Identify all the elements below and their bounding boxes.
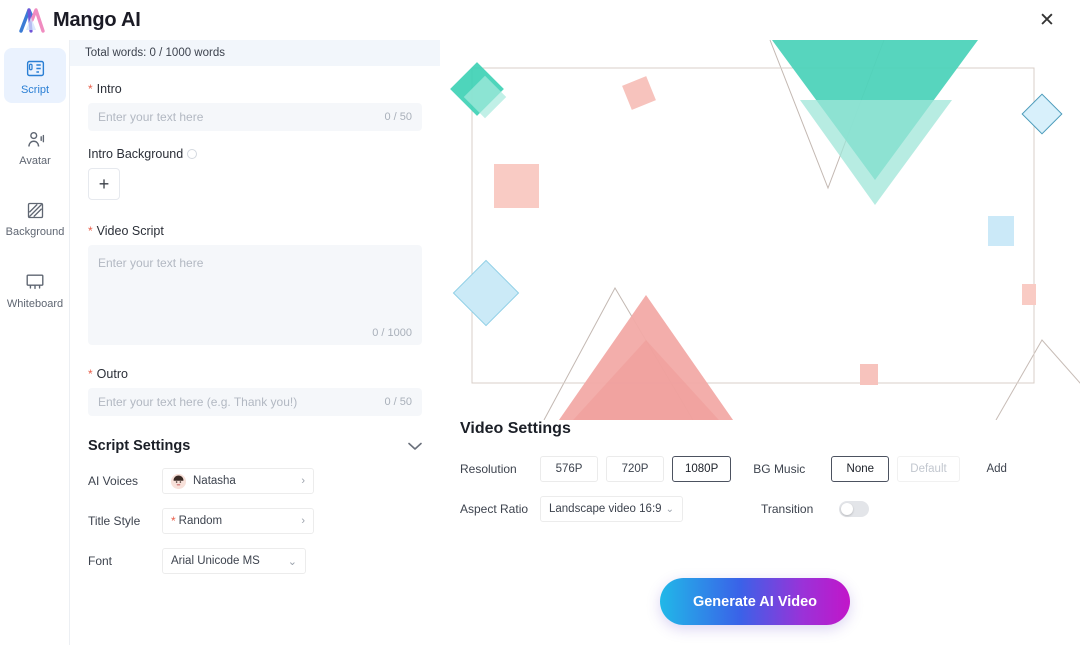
chevron-right-icon: › [301, 475, 305, 487]
bg-music-option-default[interactable]: Default [897, 456, 960, 482]
toggle-knob [841, 503, 853, 515]
title-style-label: Title Style [88, 514, 141, 528]
outro-placeholder: Enter your text here (e.g. Thank you!) [98, 395, 298, 409]
video-script-label-text: Video Script [96, 224, 164, 238]
script-settings-title: Script Settings [88, 438, 191, 454]
title-style-value: Random [178, 515, 223, 527]
intro-label-text: Intro [96, 82, 122, 96]
sidebar-item-script[interactable]: Script [4, 48, 66, 104]
bg-music-option-add[interactable]: Add [967, 456, 1026, 482]
video-script-label: * Video Script [88, 224, 422, 238]
required-marker: * [88, 82, 93, 96]
script-panel: Total words: 0 / 1000 words * Intro Ente… [70, 40, 440, 645]
aspect-and-transition-row: Aspect Ratio Landscape video 16:9 ⌄ Tran… [460, 494, 1060, 524]
brand-logo: Mango AI [18, 7, 141, 33]
pink-square [494, 164, 539, 208]
top-bar: Mango AI ✕ [0, 0, 1080, 40]
intro-background-upload-button[interactable]: + [88, 168, 120, 200]
pink-rotated-square [622, 76, 656, 110]
generate-ai-video-button[interactable]: Generate AI Video [660, 578, 850, 625]
video-settings-section: Video Settings Resolution 576P 720P 1080… [460, 420, 1060, 534]
chevron-down-icon[interactable] [408, 439, 422, 454]
video-script-counter: 0 / 1000 [372, 327, 412, 339]
blue-diamond-small [1021, 93, 1063, 135]
sidebar-item-whiteboard[interactable]: Whiteboard [4, 262, 66, 317]
script-icon [4, 56, 66, 80]
resolution-option-576p[interactable]: 576P [540, 456, 598, 482]
required-marker: * [88, 367, 93, 381]
video-script-placeholder: Enter your text here [98, 256, 204, 270]
brand-name: Mango AI [53, 8, 141, 31]
video-script-textarea[interactable]: Enter your text here 0 / 1000 [88, 245, 422, 345]
resolution-and-music-row: Resolution 576P 720P 1080P BG Music None… [460, 454, 1060, 484]
title-style-picker[interactable]: * Random › [162, 508, 314, 534]
whiteboard-icon [4, 270, 66, 294]
intro-label: * Intro [88, 82, 422, 96]
intro-counter: 0 / 50 [384, 111, 412, 123]
video-settings-title: Video Settings [460, 420, 571, 437]
bg-music-option-none[interactable]: None [831, 456, 890, 482]
required-marker: * [171, 514, 176, 528]
preview-decoration [450, 40, 1080, 420]
intro-background-label-text: Intro Background [88, 147, 184, 161]
voice-avatar [171, 473, 186, 489]
font-label: Font [88, 554, 113, 568]
aspect-ratio-dropdown[interactable]: Landscape video 16:9 ⌄ [540, 496, 683, 522]
mango-logo-icon [19, 8, 45, 33]
bg-music-label: BG Music [753, 462, 806, 476]
script-settings-header[interactable]: Script Settings [88, 438, 422, 454]
ai-voices-row: AI Voices Natasha › [88, 468, 422, 494]
sidebar-item-label: Background [5, 226, 65, 239]
background-icon [4, 198, 66, 222]
outro-label-text: Outro [96, 367, 128, 381]
video-preview-canvas[interactable] [440, 40, 1080, 420]
outro-input[interactable]: Enter your text here (e.g. Thank you!) 0… [88, 388, 422, 416]
word-counter-text: Total words: 0 / 1000 words [85, 47, 225, 59]
canvas-frame [471, 67, 1035, 384]
right-chevron-outline [995, 339, 1080, 420]
ai-voices-value: Natasha [193, 475, 236, 487]
required-marker: * [88, 224, 93, 238]
info-circle-icon[interactable] [187, 149, 198, 159]
resolution-label: Resolution [460, 462, 517, 476]
blue-diamond-large [452, 259, 520, 327]
intro-input[interactable]: Enter your text here 0 / 50 [88, 103, 422, 131]
pink-mini-square-right [1022, 284, 1036, 305]
close-icon[interactable]: ✕ [1036, 9, 1058, 31]
avatar-icon [4, 127, 66, 151]
outro-label: * Outro [88, 367, 422, 381]
blue-square [988, 216, 1014, 246]
mango-ai-window: Mango AI ✕ Script Avatar Background Whit… [0, 0, 1080, 645]
font-row: Font Arial Unicode MS ⌄ [88, 548, 422, 574]
pink-mini-square-bottom [860, 364, 878, 385]
resolution-option-1080p[interactable]: 1080P [672, 456, 732, 482]
intro-placeholder: Enter your text here [98, 110, 204, 124]
sidebar-item-label: Script [20, 84, 50, 96]
chevron-right-icon: › [301, 515, 305, 527]
sidebar-item-label: Whiteboard [6, 297, 64, 310]
ai-voices-label: AI Voices [88, 474, 139, 488]
intro-background-label: Intro Background [88, 147, 422, 161]
aspect-ratio-value: Landscape video 16:9 [549, 503, 662, 515]
resolution-option-720p[interactable]: 720P [606, 456, 664, 482]
ai-voices-picker[interactable]: Natasha › [162, 468, 314, 494]
transition-toggle[interactable] [839, 501, 869, 517]
chevron-down-icon: ⌄ [287, 555, 297, 568]
font-value: Arial Unicode MS [171, 555, 260, 567]
transition-label: Transition [761, 502, 814, 516]
word-counter-bar: Total words: 0 / 1000 words [70, 40, 440, 66]
chevron-down-icon: ⌄ [665, 503, 674, 515]
title-style-row: Title Style * Random › [88, 508, 422, 534]
sidebar-item-label: Avatar [19, 155, 51, 168]
teal-triangle-down-light [800, 100, 952, 205]
font-picker[interactable]: Arial Unicode MS ⌄ [162, 548, 306, 574]
sidebar-item-background[interactable]: Background [4, 190, 66, 245]
left-nav-rail: Script Avatar Background Whiteboard [0, 40, 70, 645]
aspect-ratio-label: Aspect Ratio [460, 502, 529, 516]
outro-counter: 0 / 50 [384, 396, 412, 408]
sidebar-item-avatar[interactable]: Avatar [4, 119, 66, 174]
